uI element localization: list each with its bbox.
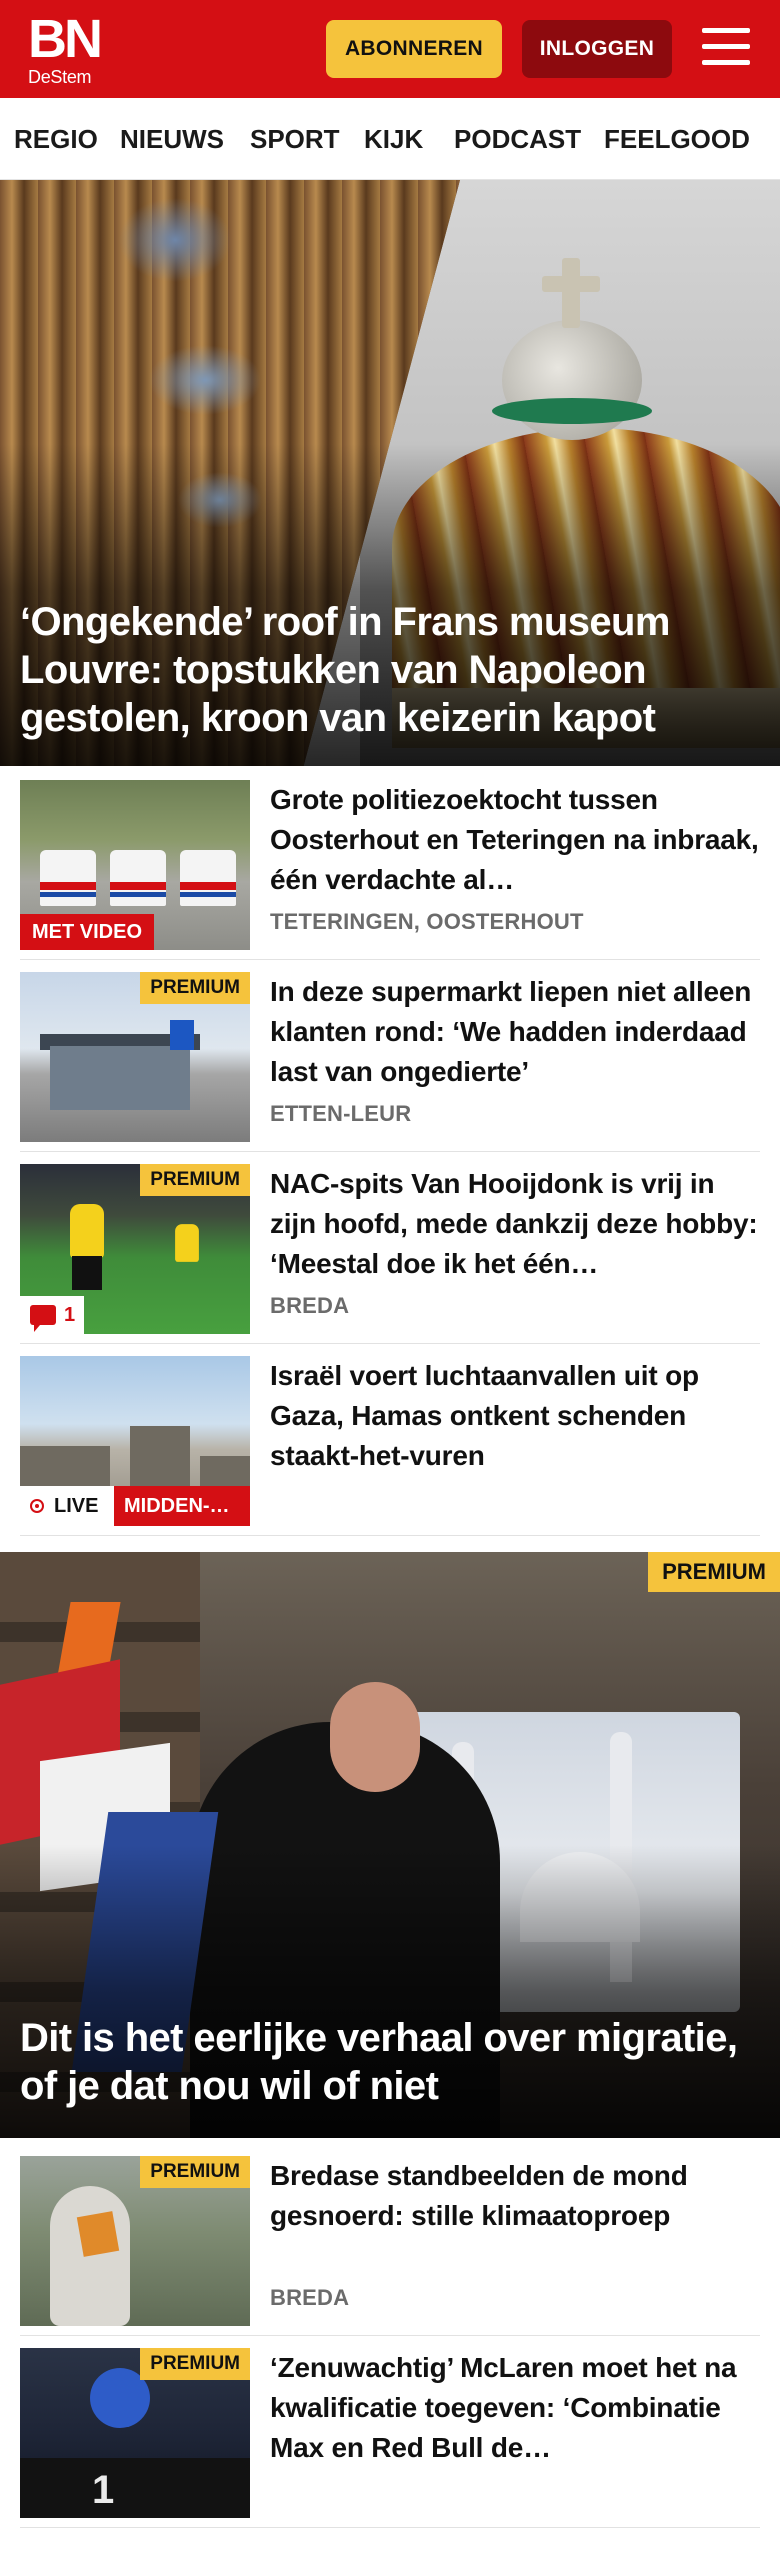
live-label: LIVE [54, 1495, 99, 1517]
article-thumbnail: PREMIUM [20, 2156, 250, 2326]
site-header: BN DeStem ABONNEREN INLOGGEN [0, 0, 780, 98]
premium-badge: PREMIUM [140, 972, 250, 1004]
article-title[interactable]: In deze supermarkt liepen niet alleen kl… [270, 972, 760, 1092]
logo-main: BN [28, 9, 103, 69]
nav-item-feelgood[interactable]: FEELGOOD [604, 98, 750, 179]
thumb-number: 1 [92, 2468, 115, 2512]
nav-item-podcast[interactable]: PODCAST [454, 98, 581, 179]
premium-badge: PREMIUM [140, 1164, 250, 1196]
live-badge: LIVE [20, 1486, 114, 1526]
article-title[interactable]: Israël voert luchtaanvallen uit op Gaza,… [270, 1356, 760, 1476]
article-thumbnail: PREMIUM [20, 972, 250, 1142]
article-title[interactable]: NAC-spits Van Hooijdonk is vrij in zijn … [270, 1164, 760, 1284]
bn-destem-logo[interactable]: BN DeStem [28, 12, 118, 86]
video-badge: MET VIDEO [20, 914, 155, 950]
premium-badge: PREMIUM [648, 1552, 780, 1592]
article-thumbnail: MET VIDEO [20, 780, 250, 950]
comment-count: 1 [64, 1304, 76, 1326]
comment-icon [30, 1305, 56, 1332]
login-button[interactable]: INLOGGEN [522, 20, 672, 78]
live-dot-icon [30, 1499, 44, 1513]
article-thumbnail: LIVE MIDDEN-… [20, 1356, 250, 1526]
article-title[interactable]: Bredase standbeelden de mond gesnoerd: s… [270, 2156, 760, 2236]
list-item[interactable]: 1 PREMIUM ‘Zenuwachtig’ McLaren moet het… [20, 2336, 760, 2528]
article-thumbnail: 1 PREMIUM [20, 2348, 250, 2518]
hero-article[interactable]: ‘Ongekende’ roof in Frans museum Louvre:… [0, 180, 780, 766]
hamburger-menu-icon[interactable] [700, 24, 752, 72]
list-item[interactable]: PREMIUM In deze supermarkt liepen niet a… [20, 960, 760, 1152]
article-location: BREDA [270, 1293, 350, 1318]
list-item[interactable]: LIVE MIDDEN-… Israël voert luchtaanvalle… [20, 1344, 760, 1536]
feature-article[interactable]: PREMIUM Dit is het eerlijke verhaal over… [0, 1552, 780, 2138]
article-title[interactable]: Grote politiezoektocht tussen Oosterhout… [270, 780, 760, 900]
comments-badge[interactable]: 1 [20, 1296, 84, 1334]
article-location: BREDA [270, 2285, 350, 2310]
logo-sub: DeStem [28, 67, 92, 87]
article-thumbnail: PREMIUM 1 [20, 1164, 250, 1334]
nav-item-kijk[interactable]: KIJK [364, 98, 423, 179]
region-badge: MIDDEN-… [114, 1486, 250, 1526]
premium-badge: PREMIUM [140, 2348, 250, 2380]
feature-title[interactable]: Dit is het eerlijke verhaal over migrati… [20, 2014, 740, 2110]
hero-title[interactable]: ‘Ongekende’ roof in Frans museum Louvre:… [20, 598, 740, 742]
subscribe-button[interactable]: ABONNEREN [326, 20, 502, 78]
nav-item-sport[interactable]: SPORT [250, 98, 340, 179]
section-nav: REGIO NIEUWS SPORT KIJK PODCAST FEELGOOD [0, 98, 780, 180]
list-item[interactable]: MET VIDEO Grote politiezoektocht tussen … [20, 768, 760, 960]
article-title[interactable]: ‘Zenuwachtig’ McLaren moet het na kwalif… [270, 2348, 760, 2468]
list-item[interactable]: PREMIUM 1 NAC-spits Van Hooijdonk is vri… [20, 1152, 760, 1344]
article-location: TETERINGEN, OOSTERHOUT [270, 909, 584, 934]
premium-badge: PREMIUM [140, 2156, 250, 2188]
article-location: ETTEN-LEUR [270, 1101, 412, 1126]
nav-item-nieuws[interactable]: NIEUWS [120, 98, 224, 179]
list-item[interactable]: PREMIUM Bredase standbeelden de mond ges… [20, 2144, 760, 2336]
nav-item-regio[interactable]: REGIO [14, 98, 98, 179]
